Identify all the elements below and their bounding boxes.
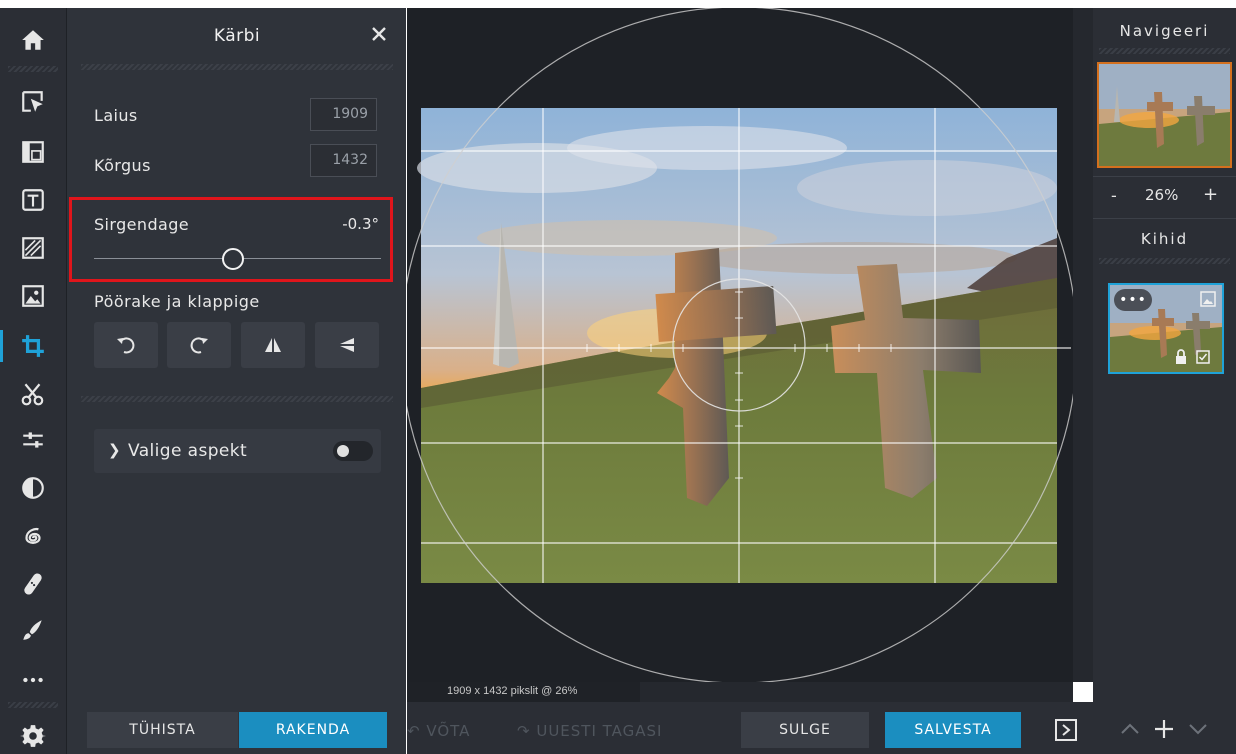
more-icon[interactable] — [13, 660, 53, 700]
home-icon[interactable] — [13, 20, 53, 60]
layers-title: Kihid — [1140, 230, 1189, 248]
crop-panel-footer: TÜHISTA RAKENDA — [67, 704, 407, 754]
add-layer-icon[interactable] — [1151, 716, 1177, 742]
adjust-icon[interactable] — [13, 420, 53, 460]
top-gap — [0, 0, 66, 8]
height-field[interactable]: 1432 — [310, 144, 377, 177]
layer-image-icon — [1200, 291, 1216, 307]
aspect-toggle[interactable] — [333, 441, 373, 461]
horizontal-scrollbar[interactable] — [640, 682, 1073, 702]
flip-horizontal-button[interactable] — [241, 322, 305, 368]
undo-label: VÕTA — [426, 722, 471, 740]
select-icon[interactable] — [13, 82, 53, 122]
toolbar-divider — [8, 66, 58, 72]
panel-title: Kärbi — [213, 26, 261, 46]
layer-thumbnail[interactable]: ••• — [1108, 283, 1224, 374]
layout-icon[interactable] — [13, 132, 53, 172]
layer-up-icon[interactable] — [1117, 716, 1143, 742]
navigator-title: Navigeeri — [1119, 22, 1210, 40]
panel-divider — [1099, 258, 1230, 264]
width-field[interactable]: 1909 — [310, 98, 377, 131]
close-button[interactable]: SULGE — [741, 712, 869, 748]
undo-button[interactable]: ↶ VÕTA — [407, 722, 470, 740]
layer-down-icon[interactable] — [1185, 716, 1211, 742]
flip-vertical-icon — [340, 338, 354, 352]
swirl-icon[interactable] — [13, 518, 53, 558]
crop-panel-header: Kärbi — [67, 8, 407, 64]
image-icon[interactable] — [13, 276, 53, 316]
rotate-left-button[interactable] — [94, 322, 158, 368]
rotate-right-icon — [190, 337, 208, 354]
vertical-scrollbar[interactable] — [1073, 8, 1093, 682]
panel-divider — [1093, 176, 1236, 177]
contrast-icon[interactable] — [13, 468, 53, 508]
save-button[interactable]: SALVESTA — [885, 712, 1021, 748]
settings-icon[interactable] — [13, 716, 53, 754]
chevron-right-icon: ❯ — [108, 441, 121, 459]
tool-sidebar — [0, 0, 66, 754]
aspect-row[interactable]: ❯ Valige aspekt — [94, 429, 381, 473]
navigator-thumbnail[interactable] — [1097, 62, 1232, 168]
rotate-left-icon — [117, 337, 135, 354]
cancel-button[interactable]: TÜHISTA — [87, 712, 238, 748]
panel-divider — [81, 396, 393, 402]
panel-divider — [1093, 218, 1236, 219]
photo — [417, 108, 1057, 583]
flip-horizontal-icon — [265, 338, 281, 352]
width-label: Laius — [94, 106, 138, 125]
toolbar-divider — [8, 702, 58, 708]
aspect-label: Valige aspekt — [128, 441, 248, 461]
lock-icon[interactable] — [1174, 349, 1188, 365]
photo-canvas — [407, 8, 1078, 682]
apply-button[interactable]: RAKENDA — [239, 712, 387, 748]
canvas-area[interactable] — [407, 8, 1093, 682]
crop-icon[interactable] — [0, 326, 53, 366]
height-label: Kõrgus — [94, 156, 151, 175]
bottom-bar: ↶ VÕTA ↷ UUESTI TAGASI SULGE SALVESTA — [407, 702, 1236, 754]
zoom-out-button[interactable]: - — [1111, 186, 1117, 205]
panel-divider — [1099, 48, 1230, 54]
redo-button[interactable]: ↷ UUESTI TAGASI — [517, 722, 662, 740]
zoom-in-button[interactable]: + — [1203, 184, 1218, 205]
right-panel: Navigeeri - 26% + Kihid ••• — [1093, 8, 1236, 702]
status-text: 1909 x 1432 pikslit @ 26% — [407, 682, 640, 702]
redo-label: UUESTI TAGASI — [536, 722, 663, 740]
flip-vertical-button[interactable] — [315, 322, 379, 368]
expand-panel-icon[interactable] — [1055, 719, 1077, 741]
brush-icon[interactable] — [13, 610, 53, 650]
close-icon[interactable] — [367, 22, 391, 46]
straighten-highlight — [69, 197, 393, 282]
visibility-checkbox-icon[interactable] — [1196, 350, 1210, 364]
panel-divider — [81, 64, 393, 70]
layer-menu-button[interactable]: ••• — [1114, 289, 1152, 311]
rotate-right-button[interactable] — [167, 322, 231, 368]
cut-icon[interactable] — [13, 374, 53, 414]
text-icon[interactable] — [13, 180, 53, 220]
zoom-level: 26% — [1145, 186, 1179, 204]
rotate-flip-label: Pöörake ja klappige — [94, 292, 260, 311]
crop-panel: Kärbi Laius 1909 Kõrgus 1432 Sirgendage … — [66, 8, 406, 754]
pattern-icon[interactable] — [13, 228, 53, 268]
bandage-icon[interactable] — [13, 564, 53, 604]
